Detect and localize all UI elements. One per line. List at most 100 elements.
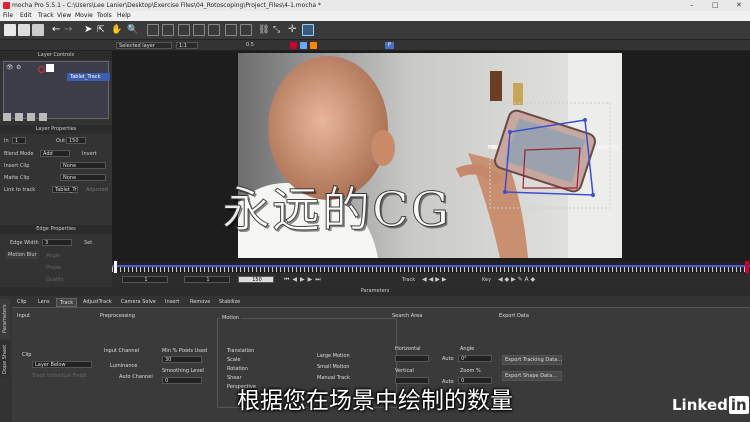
export-shape-button[interactable]: Export Shape Data...: [502, 371, 562, 381]
group-layer-icon[interactable]: [39, 113, 47, 121]
menu-tools[interactable]: Tools: [97, 11, 112, 21]
start-frame-field[interactable]: 1: [122, 276, 168, 283]
menu-help[interactable]: Help: [117, 11, 131, 21]
move-icon[interactable]: ✛: [288, 24, 300, 36]
menu-edit[interactable]: Edit: [20, 11, 32, 21]
invert-checkbox[interactable]: Invert: [82, 151, 97, 157]
menu-file[interactable]: File: [3, 11, 13, 21]
open-project-icon[interactable]: [18, 24, 30, 36]
adjusted-checkbox[interactable]: Adjusted: [86, 187, 108, 193]
hand-tool-icon[interactable]: ✋: [111, 24, 123, 36]
in-field[interactable]: 1: [12, 137, 26, 144]
export-tracking-button[interactable]: Export Tracking Data...: [502, 355, 562, 365]
minimize-icon[interactable]: –: [690, 0, 694, 11]
angle-param-field[interactable]: 0°: [458, 355, 492, 362]
out-label: Out: [56, 138, 66, 144]
large-motion-radio[interactable]: Large Motion: [317, 353, 350, 359]
rectangle-tool-icon[interactable]: [225, 24, 237, 36]
edge-set-dropdown[interactable]: Set: [84, 240, 92, 246]
luminance-radio[interactable]: Luminance: [110, 363, 137, 369]
end-frame-field[interactable]: 150: [238, 276, 274, 283]
motion-blur-checkbox[interactable]: Motion Blur: [6, 251, 39, 259]
layer-name[interactable]: Tablet_Track: [67, 73, 110, 81]
transport-bar: 1 1 150 ⏮◀▶▶⏭ Track ◀◀▶▶ Key ◀ ◆ ▶ ✎ A ◆: [112, 273, 750, 287]
tab-clip[interactable]: Clip: [14, 298, 29, 307]
tab-adjusttrack[interactable]: AdjustTrack: [80, 298, 115, 307]
layer-list[interactable]: 👁 ⚙ Tablet_Track: [3, 61, 110, 119]
inner-spline-shape: [522, 147, 581, 189]
out-field[interactable]: 150: [66, 137, 86, 144]
matte-icon[interactable]: [310, 42, 317, 49]
track-buttons-icon[interactable]: ◀◀▶▶: [422, 276, 448, 283]
layer-select-dropdown[interactable]: Selected layer: [116, 42, 172, 49]
overlay-icon[interactable]: [300, 42, 307, 49]
out-point-marker[interactable]: [745, 261, 749, 273]
duplicate-layer-icon[interactable]: [15, 113, 23, 121]
transform-icon[interactable]: ⤡: [273, 24, 285, 36]
save-project-icon[interactable]: [32, 24, 44, 36]
select-tool-icon[interactable]: ➤: [84, 24, 96, 36]
tab-stabilize[interactable]: Stabilize: [216, 298, 243, 307]
insert-clip-dropdown[interactable]: None: [60, 162, 106, 169]
menu-view[interactable]: View: [57, 11, 71, 21]
zoom-dropdown[interactable]: 1:1: [176, 42, 198, 49]
tab-remove[interactable]: Remove: [187, 298, 213, 307]
side-tab-parameters[interactable]: Parameters: [0, 299, 10, 339]
add-layer-icon[interactable]: [3, 113, 11, 121]
gear-icon[interactable]: ⚙: [16, 64, 21, 71]
rotation-checkbox[interactable]: Rotation: [227, 366, 248, 372]
side-tab-dope-sheet[interactable]: Dope Sheet: [0, 341, 10, 377]
magnetic-tool-icon[interactable]: [208, 24, 220, 36]
bezier-tool-icon[interactable]: [178, 24, 190, 36]
circle-tool-icon[interactable]: [240, 24, 252, 36]
surface-tool-icon[interactable]: [302, 24, 314, 36]
matte-clip-dropdown[interactable]: None: [60, 174, 106, 181]
current-frame-field[interactable]: 1: [184, 276, 230, 283]
tab-insert[interactable]: Insert: [162, 298, 182, 307]
blend-mode-dropdown[interactable]: Add: [40, 150, 70, 157]
undo-icon[interactable]: ←: [52, 24, 64, 36]
menu-track[interactable]: Track: [38, 11, 54, 21]
opacity-value[interactable]: 0.5: [246, 42, 254, 48]
edge-width-field[interactable]: 3: [42, 239, 72, 246]
clip-dropdown[interactable]: Layer Below: [32, 361, 92, 368]
link-to-track-dropdown[interactable]: Tablet_Tr: [52, 186, 78, 193]
link-icon[interactable]: ⛓: [258, 24, 270, 36]
layer-color-icon[interactable]: [38, 66, 45, 73]
small-motion-radio[interactable]: Small Motion: [317, 364, 349, 370]
export-section-title: Export Data: [499, 313, 529, 319]
layer-tools: [3, 113, 109, 123]
horizontal-field[interactable]: [395, 355, 429, 362]
delete-layer-icon[interactable]: [27, 113, 35, 121]
tab-camera-solve[interactable]: Camera Solve: [118, 298, 159, 307]
transport-controls-icon[interactable]: ⏮◀▶▶⏭: [284, 276, 324, 284]
add-xspline-icon[interactable]: [162, 24, 174, 36]
horizontal-auto-checkbox[interactable]: Auto: [442, 356, 454, 362]
timeline[interactable]: [112, 261, 750, 273]
key-buttons-icon[interactable]: ◀ ◆ ▶ ✎ A ◆: [498, 276, 535, 283]
tab-track[interactable]: Track: [56, 298, 78, 307]
menu-movie[interactable]: Movie: [75, 11, 93, 21]
track-spline-overlay[interactable]: [485, 100, 615, 215]
add-bezier-icon[interactable]: [193, 24, 205, 36]
new-project-icon[interactable]: [4, 24, 16, 36]
eye-icon[interactable]: 👁: [6, 64, 14, 71]
scale-checkbox[interactable]: Scale: [227, 357, 240, 363]
frame-tag-button[interactable]: P: [385, 42, 394, 49]
bottle-shape: [490, 71, 502, 101]
close-icon[interactable]: ✕: [736, 0, 742, 11]
xspline-tool-icon[interactable]: [147, 24, 159, 36]
zoom-tool-icon[interactable]: 🔍: [127, 24, 139, 36]
min-pixels-field[interactable]: 30: [162, 356, 202, 363]
red-channel-icon[interactable]: [290, 42, 297, 49]
select-multi-icon[interactable]: ⇱: [97, 24, 109, 36]
tab-lens[interactable]: Lens: [35, 298, 53, 307]
playhead[interactable]: [114, 261, 117, 273]
track-individual-fields-checkbox[interactable]: Track Individual Fields: [32, 373, 87, 379]
preprocessing-section-title: Preprocessing: [100, 313, 135, 319]
maximize-icon[interactable]: □: [712, 0, 719, 11]
auto-channel-radio[interactable]: Auto Channel: [119, 374, 153, 380]
redo-icon[interactable]: →: [64, 24, 76, 36]
layer-matte-swatch[interactable]: [46, 64, 54, 72]
translation-checkbox[interactable]: Translation: [227, 348, 254, 354]
